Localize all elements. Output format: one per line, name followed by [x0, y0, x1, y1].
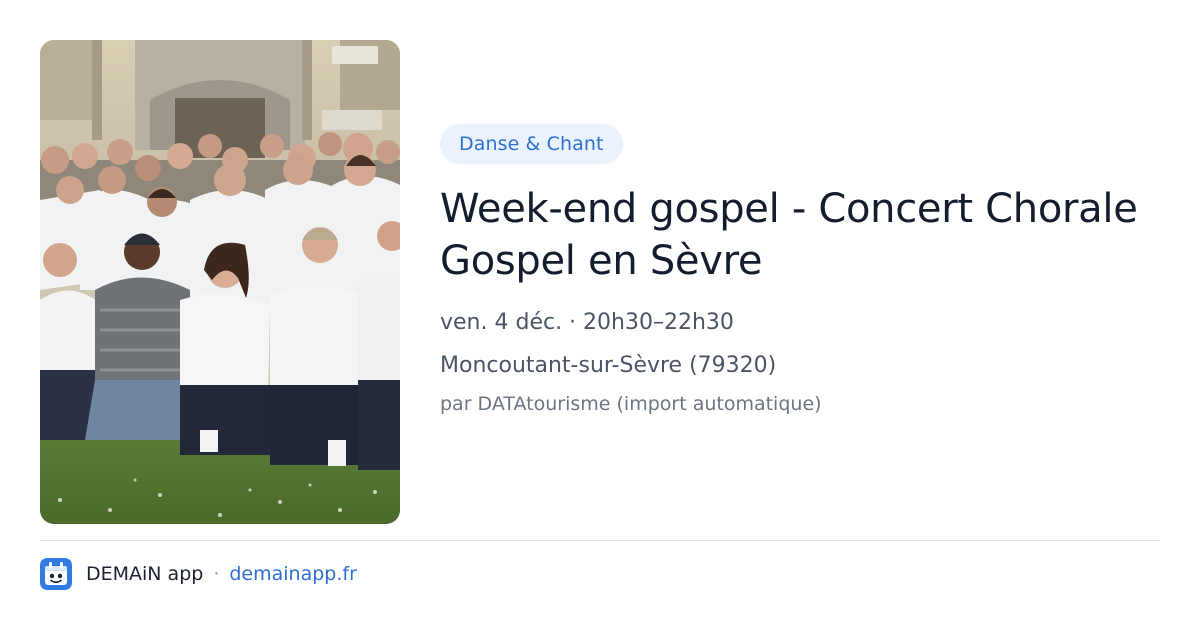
event-source: par DATAtourisme (import automatique): [440, 393, 822, 415]
demain-app-icon[interactable]: [40, 558, 72, 590]
app-domain-link[interactable]: demainapp.fr: [229, 563, 357, 585]
event-location: Moncoutant-sur-Sèvre (79320): [440, 353, 777, 378]
event-title[interactable]: Week-end gospel - Concert Chorale Gospel…: [440, 183, 1170, 287]
app-name: DEMAiN app: [86, 563, 204, 585]
footer-separator: ·: [213, 563, 220, 585]
footer: DEMAiN app · demainapp.fr: [40, 558, 357, 590]
category-badge[interactable]: Danse & Chant: [440, 124, 623, 164]
event-datetime: ven. 4 déc. · 20h30–22h30: [440, 310, 734, 335]
footer-divider: [40, 540, 1160, 541]
event-photo: [40, 40, 400, 524]
event-info: Danse & Chant Week-end gospel - Concert …: [440, 124, 1170, 417]
event-preview-card[interactable]: Danse & Chant Week-end gospel - Concert …: [0, 0, 1200, 630]
